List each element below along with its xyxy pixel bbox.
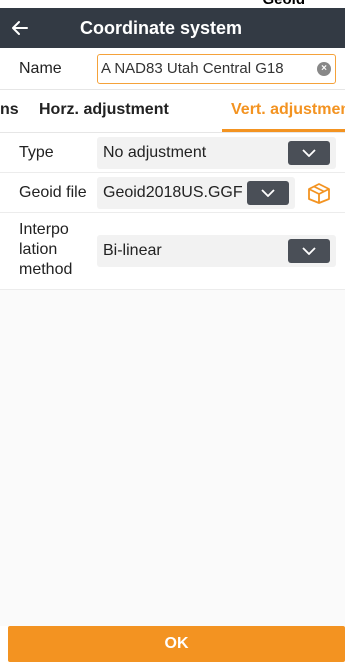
tab-ns[interactable]: ns bbox=[0, 101, 19, 119]
type-row: Type No adjustment bbox=[0, 133, 345, 173]
interpolation-label: Interpo lation method bbox=[19, 220, 72, 280]
back-button[interactable] bbox=[0, 8, 40, 48]
name-label: Name bbox=[19, 60, 62, 77]
name-field[interactable]: × bbox=[97, 54, 336, 84]
geoid-value: Geoid2018US.GGF bbox=[103, 184, 243, 201]
type-select[interactable]: No adjustment bbox=[97, 137, 336, 169]
app-bar: Coordinate system bbox=[0, 8, 345, 48]
tab-vert-adjustment[interactable]: Vert. adjustment bbox=[231, 101, 345, 119]
interpolation-dropdown-button[interactable] bbox=[288, 239, 330, 263]
page-title: Coordinate system bbox=[80, 17, 243, 38]
geoid-label: Geoid file bbox=[19, 184, 87, 201]
status-clip-text: Geoid bbox=[262, 0, 305, 8]
type-label: Type bbox=[19, 144, 54, 161]
interpolation-row: Interpo lation method Bi-linear bbox=[0, 213, 345, 290]
type-dropdown-button[interactable] bbox=[288, 141, 330, 165]
tab-horz-adjustment[interactable]: Horz. adjustment bbox=[39, 101, 169, 119]
chevron-down-icon bbox=[261, 189, 275, 197]
interpolation-value: Bi-linear bbox=[103, 242, 162, 259]
empty-area bbox=[0, 290, 345, 626]
geoid-row: Geoid file Geoid2018US.GGF bbox=[0, 173, 345, 213]
clear-circle-icon[interactable]: × bbox=[317, 62, 331, 76]
ok-button[interactable]: OK bbox=[8, 626, 345, 662]
package-icon[interactable] bbox=[306, 181, 332, 205]
geoid-dropdown-button[interactable] bbox=[247, 181, 289, 205]
tab-bar: ns Horz. adjustment Vert. adjustment bbox=[0, 91, 345, 133]
type-value: No adjustment bbox=[103, 144, 207, 161]
name-input[interactable] bbox=[98, 55, 308, 82]
chevron-down-icon bbox=[302, 149, 316, 157]
interpolation-label-line: Interpo bbox=[19, 221, 69, 238]
interpolation-select[interactable]: Bi-linear bbox=[97, 235, 336, 267]
interpolation-label-line: lation bbox=[19, 241, 58, 258]
name-row: Name × bbox=[0, 48, 345, 90]
status-clip: Geoid bbox=[0, 0, 345, 8]
chevron-down-icon bbox=[302, 247, 316, 255]
active-tab-indicator bbox=[222, 129, 345, 132]
arrow-left-icon bbox=[12, 21, 28, 35]
geoid-select[interactable]: Geoid2018US.GGF bbox=[97, 177, 295, 209]
interpolation-label-line: method bbox=[19, 261, 73, 278]
